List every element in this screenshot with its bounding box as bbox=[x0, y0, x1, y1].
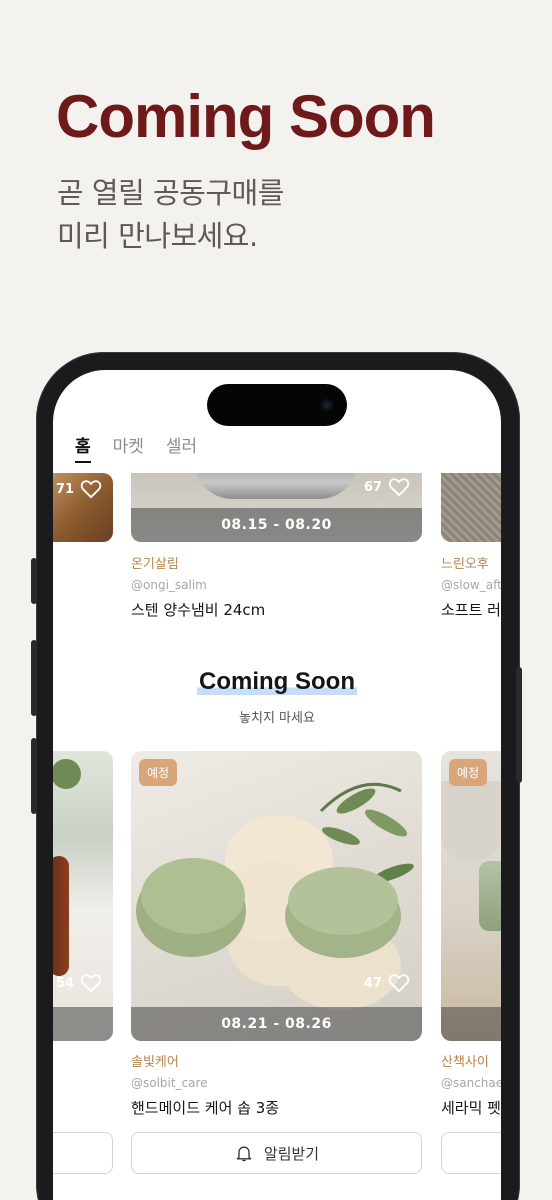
camera-icon bbox=[321, 399, 333, 411]
bottom-center-product-name[interactable]: 핸드메이드 케어 솝 3종 bbox=[131, 1097, 279, 1118]
bottom-right-date-bar bbox=[441, 1007, 501, 1041]
pot-illustration bbox=[193, 473, 359, 499]
hero-subtitle: 곧 열릴 공동구매를 미리 만나보세요. bbox=[57, 172, 284, 258]
bottom-left-notify-button[interactable] bbox=[53, 1132, 113, 1174]
bottom-right-product-name[interactable]: 세라믹 펫 bbox=[441, 1097, 501, 1118]
top-right-handle: @slow_afte bbox=[441, 578, 501, 592]
bottom-left-like-count: 54 bbox=[56, 975, 75, 991]
tab-home[interactable]: 홈 bbox=[75, 432, 91, 463]
soap-illustration bbox=[136, 782, 414, 1010]
bottom-center-like-count: 47 bbox=[363, 975, 382, 991]
bottom-right-handle: @sanchaei bbox=[441, 1076, 501, 1090]
bottom-center-seller[interactable]: 솔빛케어 bbox=[131, 1051, 179, 1070]
hero-title: Coming Soon bbox=[56, 83, 436, 150]
top-right-seller[interactable]: 느린오후 bbox=[441, 553, 489, 572]
hero-subtitle-line-1: 곧 열릴 공동구매를 bbox=[57, 176, 284, 210]
top-right-card-image[interactable] bbox=[441, 473, 501, 542]
top-center-product-name[interactable]: 스텐 양수냄비 24cm bbox=[131, 599, 265, 620]
top-center-seller[interactable]: 온기살림 bbox=[131, 553, 179, 572]
bottom-left-date-bar bbox=[53, 1007, 113, 1041]
top-left-like-count: 71 bbox=[56, 481, 75, 497]
bottom-right-notify-button[interactable] bbox=[441, 1132, 501, 1174]
heart-icon[interactable] bbox=[80, 973, 102, 993]
mug-illustration bbox=[441, 781, 501, 861]
bottom-center-card-image[interactable]: 예정 47 08.21 - 08.26 bbox=[131, 751, 422, 1041]
tab-seller[interactable]: 셀러 bbox=[166, 432, 197, 463]
top-right-product-name[interactable]: 소프트 러 bbox=[441, 599, 501, 620]
top-left-likes: 71 bbox=[56, 479, 102, 499]
dynamic-island bbox=[207, 384, 347, 426]
section-subtitle: 놓치지 마세요 bbox=[239, 711, 315, 726]
bottom-center-status-badge: 예정 bbox=[139, 759, 178, 786]
top-center-card-image[interactable]: 67 08.15 - 08.20 bbox=[131, 473, 422, 542]
top-left-card-image[interactable]: 71 bbox=[53, 473, 113, 542]
vase-illustration bbox=[53, 856, 69, 976]
bell-icon bbox=[236, 1146, 252, 1162]
top-center-like-count: 67 bbox=[363, 479, 382, 495]
phone-volume-up-button bbox=[31, 640, 37, 716]
phone-power-button bbox=[516, 667, 522, 783]
bottom-right-seller[interactable]: 산책사이 bbox=[441, 1051, 489, 1070]
tab-market[interactable]: 마켓 bbox=[113, 432, 144, 463]
section-title-text: Coming Soon bbox=[197, 668, 357, 695]
top-tabs: 홈 마켓 셀러 bbox=[75, 432, 197, 463]
section-title: Coming Soon bbox=[53, 668, 501, 696]
bottom-right-card-image[interactable]: 예정 bbox=[441, 751, 501, 1041]
hero-subtitle-line-2: 미리 만나보세요. bbox=[57, 219, 258, 253]
phone-screen: 홈 마켓 셀러 71 67 08.15 - 08.20 온기살림 @ongi_s… bbox=[53, 370, 501, 1200]
phone-volume-down-button bbox=[31, 738, 37, 814]
pot-illustration bbox=[479, 861, 501, 931]
top-center-handle: @ongi_salim bbox=[131, 578, 207, 592]
bottom-center-date-range: 08.21 - 08.26 bbox=[131, 1007, 422, 1041]
bottom-left-card-image[interactable]: 54 bbox=[53, 751, 113, 1041]
bottom-center-handle: @solbit_care bbox=[131, 1076, 208, 1090]
heart-icon[interactable] bbox=[388, 477, 410, 497]
phone-action-button bbox=[31, 558, 37, 604]
plant-illustration bbox=[53, 759, 81, 789]
heart-icon[interactable] bbox=[388, 973, 410, 993]
heart-icon[interactable] bbox=[80, 479, 102, 499]
notify-button-label: 알림받기 bbox=[263, 1144, 320, 1163]
bottom-center-likes: 47 bbox=[364, 973, 410, 993]
notify-button[interactable]: 알림받기 bbox=[131, 1132, 422, 1174]
bottom-right-status-badge: 예정 bbox=[449, 759, 488, 786]
bottom-left-likes: 54 bbox=[56, 973, 102, 993]
top-center-date-range: 08.15 - 08.20 bbox=[131, 508, 422, 542]
top-center-likes: 67 bbox=[364, 477, 410, 497]
